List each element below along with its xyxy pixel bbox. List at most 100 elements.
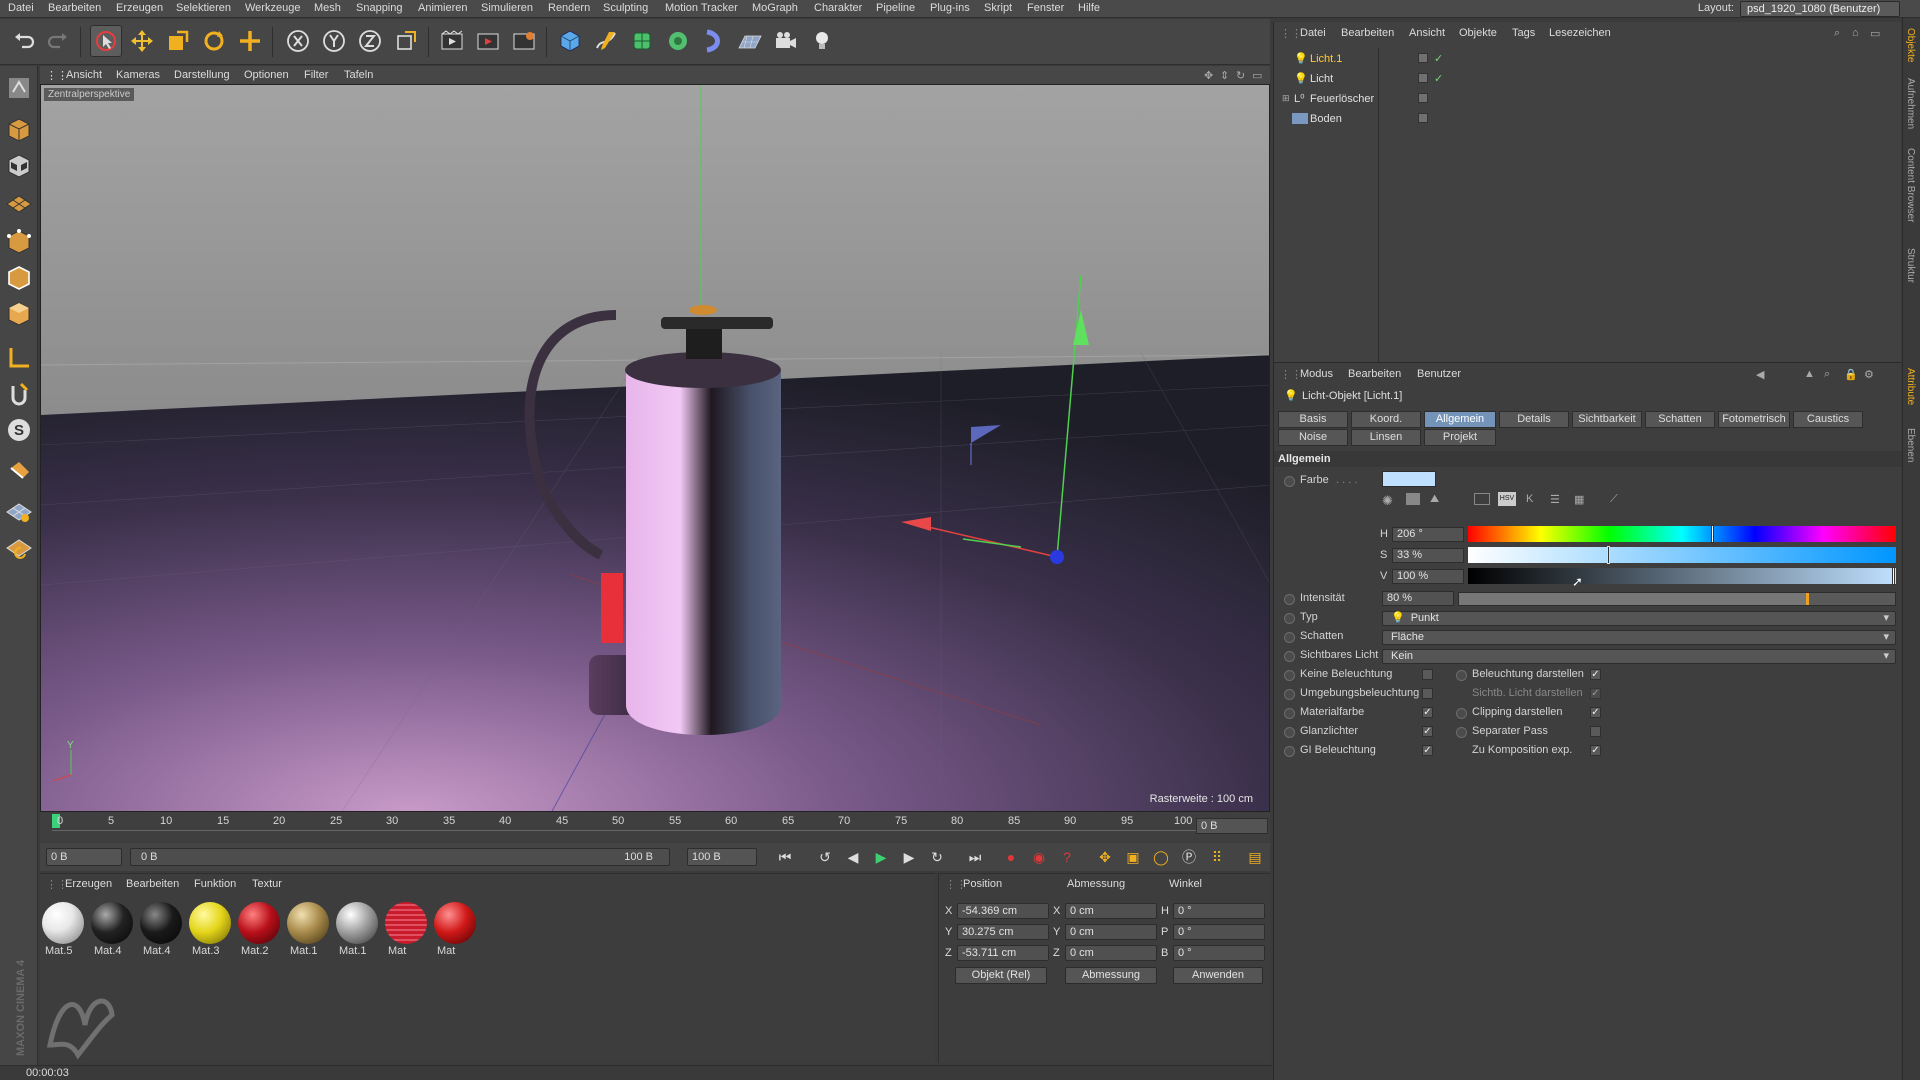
animate-radio[interactable] [1284, 746, 1295, 757]
current-frame-field[interactable]: 0 B [1196, 818, 1268, 834]
viewport-move-icon[interactable]: ✥ [1204, 69, 1213, 82]
tab-content-browser[interactable]: Content Browser [1905, 148, 1916, 222]
object-menu-tags[interactable]: Tags [1512, 27, 1535, 39]
visible-light-select[interactable]: Kein ▾ [1382, 649, 1896, 664]
menu-charakter[interactable]: Charakter [814, 2, 862, 14]
size-x-field[interactable]: 0 cm [1065, 903, 1157, 919]
size-z-field[interactable]: 0 cm [1065, 945, 1157, 961]
separate-pass-checkbox[interactable] [1590, 726, 1601, 737]
polygons-mode-icon[interactable] [3, 298, 35, 330]
timeline-ruler[interactable] [52, 830, 1232, 840]
deformer-icon[interactable] [698, 25, 730, 57]
menu-rendern[interactable]: Rendern [548, 2, 590, 14]
animate-radio[interactable] [1456, 708, 1467, 719]
shadow-select[interactable]: Fläche ▾ [1382, 630, 1896, 645]
camera-icon[interactable] [770, 25, 802, 57]
attribute-menu-bearbeiten[interactable]: Bearbeiten [1348, 368, 1401, 380]
material-swatch[interactable]: Mat [385, 902, 429, 958]
workplane-lock-icon[interactable] [3, 496, 35, 528]
viewport-menu-filter[interactable]: Filter [304, 69, 328, 81]
live-select-plus-icon[interactable] [234, 25, 266, 57]
tab-fotometrisch[interactable]: Fotometrisch [1718, 411, 1790, 428]
color-spectrum-icon[interactable] [1406, 493, 1420, 505]
menu-selektieren[interactable]: Selektieren [176, 2, 231, 14]
cloner-icon[interactable] [662, 25, 694, 57]
tab-koord[interactable]: Koord. [1351, 411, 1421, 428]
menu-skript[interactable]: Skript [984, 2, 1012, 14]
go-to-end-icon[interactable]: ⏭ [964, 847, 986, 867]
tab-sichtbarkeit[interactable]: Sichtbarkeit [1572, 411, 1642, 428]
tab-noise[interactable]: Noise [1278, 429, 1348, 446]
workplane-icon[interactable] [3, 186, 35, 218]
object-menu-bearbeiten[interactable]: Bearbeiten [1341, 27, 1394, 39]
slider-knob[interactable] [1607, 546, 1611, 564]
size-y-field[interactable]: 0 cm [1065, 924, 1157, 940]
tweak-mode-icon[interactable] [3, 378, 35, 410]
viewport-menu-darstellung[interactable]: Darstellung [174, 69, 230, 81]
select-tool-icon[interactable] [90, 25, 122, 57]
saturation-slider[interactable] [1468, 546, 1896, 564]
eyedropper-icon[interactable]: ⟋ [1610, 493, 1618, 506]
slider-knob[interactable] [1805, 593, 1809, 605]
key-scale-icon[interactable]: ▣ [1122, 847, 1144, 867]
menu-simulieren[interactable]: Simulieren [481, 2, 533, 14]
menu-mesh[interactable]: Mesh [314, 2, 341, 14]
expand-plus-icon[interactable]: ⊞ [1282, 93, 1290, 104]
animate-radio[interactable] [1284, 689, 1295, 700]
intensity-slider[interactable] [1458, 592, 1896, 606]
material-swatch[interactable]: Mat.5 [42, 902, 86, 958]
object-grip-icon[interactable]: ⋮⋮ [1280, 27, 1302, 40]
material-menu-bearbeiten[interactable]: Bearbeiten [126, 878, 179, 890]
key-pla-icon[interactable]: ⠿ [1206, 847, 1228, 867]
range-slider[interactable]: 0 B 100 B [130, 848, 670, 866]
render-picture-viewer-icon[interactable] [472, 25, 504, 57]
object-visibility-toggle[interactable] [1418, 73, 1428, 83]
light-icon[interactable] [806, 25, 838, 57]
tab-ebenen[interactable]: Ebenen [1905, 428, 1916, 462]
object-home-icon[interactable]: ⌂ [1852, 27, 1859, 39]
menu-erzeugen[interactable]: Erzeugen [116, 2, 163, 14]
light-type-select[interactable]: 💡 Punkt ▾ [1382, 611, 1896, 626]
tab-aufnehmen[interactable]: Aufnehmen [1905, 78, 1916, 129]
animate-radio[interactable] [1456, 727, 1467, 738]
viewport-dolly-icon[interactable]: ⇕ [1220, 69, 1229, 82]
hue-field[interactable]: 206 ° [1392, 527, 1464, 542]
go-to-start-icon[interactable]: ⏮ [774, 847, 796, 867]
object-menu-objekte[interactable]: Objekte [1459, 27, 1497, 39]
material-menu-funktion[interactable]: Funktion [194, 878, 236, 890]
mixer-mode-icon[interactable]: ☰ [1550, 493, 1560, 506]
subdivision-surface-icon[interactable] [626, 25, 658, 57]
saturation-field[interactable]: 33 % [1392, 548, 1464, 563]
tab-basis[interactable]: Basis [1278, 411, 1348, 428]
record-keys-icon[interactable]: ● [1000, 847, 1022, 867]
animate-radio[interactable] [1284, 476, 1295, 487]
previous-key-icon[interactable]: ↺ [814, 847, 836, 867]
cube-primitive-icon[interactable] [554, 25, 586, 57]
coordinate-mode-select[interactable]: Objekt (Rel) [955, 967, 1047, 984]
viewport-maximize-icon[interactable]: ▭ [1252, 69, 1262, 82]
position-x-field[interactable]: -54.369 cm [957, 903, 1049, 919]
slider-knob[interactable] [1892, 567, 1895, 585]
object-menu-datei[interactable]: Datei [1300, 27, 1326, 39]
3d-viewport[interactable]: Y Zentralperspektive Rasterweite : 100 c… [40, 84, 1270, 812]
rotation-h-field[interactable]: 0 ° [1173, 903, 1265, 919]
material-menu-erzeugen[interactable]: Erzeugen [65, 878, 112, 890]
tab-projekt[interactable]: Projekt [1424, 429, 1496, 446]
attribute-search-icon[interactable]: ⌕ [1824, 368, 1830, 381]
viewport-grip-icon[interactable]: ⋮⋮ [46, 69, 68, 82]
animate-radio[interactable] [1284, 594, 1295, 605]
tab-caustics[interactable]: Caustics [1793, 411, 1863, 428]
swatches-icon[interactable]: ▦ [1574, 493, 1584, 506]
intensity-field[interactable]: 80 % [1382, 591, 1454, 606]
rotation-p-field[interactable]: 0 ° [1173, 924, 1265, 940]
material-swatch[interactable]: Mat.4 [91, 902, 135, 958]
tab-objekte[interactable]: Objekte [1905, 28, 1916, 62]
workplane-align-icon[interactable] [3, 532, 35, 564]
position-y-field[interactable]: 30.275 cm [957, 924, 1049, 940]
key-position-icon[interactable]: ✥ [1094, 847, 1116, 867]
viewport-menu-optionen[interactable]: Optionen [244, 69, 289, 81]
x-axis-lock-icon[interactable] [282, 25, 314, 57]
snap-icon[interactable]: S [3, 414, 35, 446]
material-swatch[interactable]: Mat.1 [287, 902, 331, 958]
kelvin-mode-icon[interactable]: K [1526, 493, 1533, 505]
